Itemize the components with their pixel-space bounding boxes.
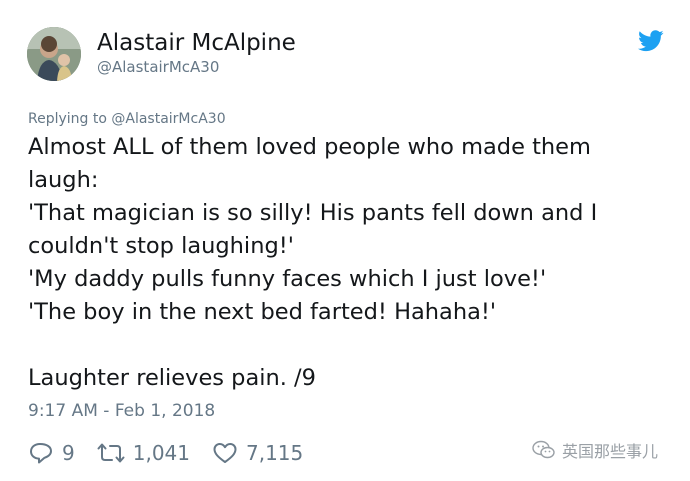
avatar-photo [27,27,81,81]
tweet-line: couldn't stop laughing!' [28,233,294,259]
reply-bubble-icon [28,441,54,465]
tweet-line: Almost ALL of them loved people who made… [28,134,591,160]
twitter-bird-icon[interactable] [638,30,664,52]
avatar[interactable] [27,27,81,81]
reply-button[interactable]: 9 [28,440,75,466]
tweet-line: 'My daddy pulls funny faces which I just… [28,266,547,292]
tweet-line: laugh: [28,167,99,193]
retweet-count: 1,041 [132,441,190,465]
replying-to[interactable]: Replying to @AlastairMcA30 [28,110,226,128]
wechat-icon [532,440,556,464]
author-handle[interactable]: @AlastairMcA30 [97,57,219,77]
tweet-text: Almost ALL of them loved people who made… [28,131,668,395]
watermark-text: 英国那些事儿 [562,442,659,461]
watermark: 英国那些事儿 [532,440,658,464]
action-bar: 9 1,041 7,115 [28,438,325,468]
timestamp[interactable]: 9:17 AM - Feb 1, 2018 [28,400,215,422]
retweet-icon [97,442,125,464]
like-count: 7,115 [246,441,304,465]
tweet-line: Laughter relieves pain. /9 [28,365,316,391]
heart-icon [212,441,238,465]
tweet-line: 'That magician is so silly! His pants fe… [28,200,598,226]
like-button[interactable]: 7,115 [212,440,303,466]
author-name[interactable]: Alastair McAlpine [97,28,296,58]
reply-count: 9 [62,441,75,465]
tweet-card: Alastair McAlpine @AlastairMcA30 Replyin… [0,0,690,481]
retweet-button[interactable]: 1,041 [97,440,190,466]
tweet-line: 'The boy in the next bed farted! Hahaha!… [28,299,497,325]
